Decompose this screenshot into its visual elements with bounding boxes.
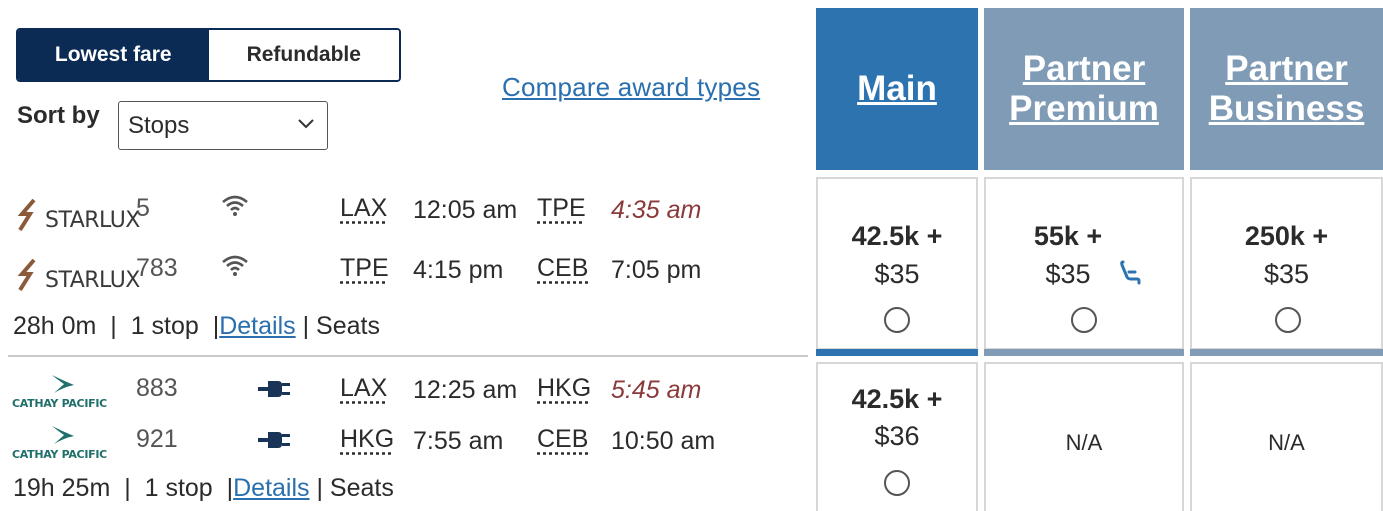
column-header-partner-premium[interactable]: Partner Premium (984, 8, 1184, 170)
destination-airport[interactable]: HKG (537, 374, 591, 403)
fare-type-toggle: Lowest fare Refundable (16, 28, 401, 82)
fare-points: 42.5k + (851, 221, 943, 251)
departure-time: 7:55 am (413, 427, 504, 455)
destination-airport[interactable]: CEB (537, 254, 588, 283)
separator: | (295, 312, 317, 340)
origin-airport[interactable]: LAX (340, 374, 387, 403)
fare-not-available: N/A (1268, 430, 1305, 455)
refundable-option[interactable]: Refundable (208, 30, 399, 80)
wifi-icon (222, 255, 248, 276)
fare-cell-partner-premium[interactable]: 55k + $35 (984, 177, 1184, 350)
fare-cell-main[interactable]: 42.5k + $36 (816, 362, 978, 511)
fare-cell-partner-premium: N/A (984, 362, 1184, 511)
flight-number: 921 (136, 425, 178, 453)
power-plug-icon (258, 381, 290, 397)
sort-by-label: Sort by (17, 102, 100, 129)
result-summary: 28h 0m | 1 stop |Details | Seats (13, 312, 380, 341)
separator: | (103, 312, 124, 340)
separator: | (219, 474, 234, 502)
separator: | (117, 474, 138, 502)
fare-cell-bar (816, 349, 978, 356)
fare-radio[interactable] (1071, 307, 1097, 333)
fare-cell-bar (984, 349, 1184, 356)
airline-name: CATHAY PACIFIC (12, 448, 107, 461)
flight-number: 783 (136, 254, 178, 282)
flight-number: 5 (136, 194, 150, 222)
wifi-icon (222, 195, 248, 216)
destination-airport[interactable]: CEB (537, 425, 588, 454)
flight-result: STARLUX 5 LAX 12:05 am TPE 4:35 am STARL… (0, 170, 810, 355)
arrival-time: 7:05 pm (611, 256, 702, 284)
compare-award-types-link[interactable]: Compare award types (502, 72, 760, 103)
arrival-time: 10:50 am (611, 427, 716, 455)
fare-radio[interactable] (884, 307, 910, 333)
seats-link[interactable]: Seats (316, 312, 380, 340)
seat-icon (1120, 260, 1141, 285)
fare-points: 250k + (1244, 221, 1329, 251)
seats-link[interactable]: Seats (330, 474, 394, 502)
separator: | (205, 312, 220, 340)
airline-logo: STARLUX (14, 256, 140, 296)
origin-airport[interactable]: TPE (340, 254, 389, 283)
fare-not-available: N/A (1065, 430, 1103, 455)
airline-name: STARLUX (45, 268, 140, 293)
fare-cash: $35 (874, 259, 920, 289)
result-summary: 19h 25m | 1 stop |Details | Seats (13, 474, 394, 503)
stops-count: 1 stop (130, 312, 199, 340)
column-header-main-label: Main (857, 69, 937, 108)
cathay-brushwing-icon (52, 375, 74, 393)
airline-logo: CATHAY PACIFIC (12, 424, 122, 464)
destination-airport[interactable]: TPE (537, 194, 586, 223)
sort-select[interactable]: Stops (118, 101, 328, 150)
trip-duration: 19h 25m (13, 474, 111, 502)
fare-cell-partner-business[interactable]: 250k + $35 (1190, 177, 1383, 350)
departure-time: 4:15 pm (413, 256, 504, 284)
lowest-fare-option[interactable]: Lowest fare (18, 30, 209, 80)
starlux-emblem-icon (17, 258, 36, 292)
cathay-brushwing-icon (52, 426, 74, 444)
flight-result: CATHAY PACIFIC 883 LAX 12:25 am HKG 5:45… (0, 357, 810, 511)
airline-logo: CATHAY PACIFIC (12, 373, 122, 413)
fare-cash: $36 (874, 421, 920, 451)
stops-count: 1 stop (144, 474, 213, 502)
fare-radio[interactable] (1275, 307, 1301, 333)
fare-radio[interactable] (884, 470, 910, 496)
flight-number: 883 (136, 374, 178, 402)
column-header-main[interactable]: Main (816, 8, 978, 170)
departure-time: 12:05 am (413, 196, 518, 224)
airline-name: CATHAY PACIFIC (12, 397, 107, 410)
column-header-partner-business-line1: Partner (1225, 49, 1348, 88)
origin-airport[interactable]: HKG (340, 425, 394, 454)
origin-airport[interactable]: LAX (340, 194, 387, 223)
column-header-partner-premium-line2: Premium (1009, 89, 1159, 128)
airline-name: STARLUX (45, 208, 140, 233)
details-link[interactable]: Details (233, 474, 309, 502)
column-header-partner-premium-line1: Partner (1022, 49, 1146, 88)
details-link[interactable]: Details (219, 312, 295, 340)
fare-points: 55k + (1033, 221, 1103, 251)
arrival-time: 4:35 am (611, 196, 702, 224)
column-header-partner-business[interactable]: Partner Business (1190, 8, 1383, 170)
fare-cell-bar (1190, 349, 1383, 356)
sort-selected-value: Stops (128, 111, 190, 139)
power-plug-icon (258, 432, 290, 448)
starlux-emblem-icon (17, 198, 36, 232)
arrival-time: 5:45 am (611, 376, 702, 404)
airline-logo: STARLUX (14, 196, 140, 236)
separator: | (309, 474, 330, 502)
fare-cell-partner-business: N/A (1190, 362, 1383, 511)
chevron-down-icon (298, 119, 314, 129)
fare-cell-main[interactable]: 42.5k + $35 (816, 177, 978, 350)
fare-cash: $35 (1263, 259, 1310, 289)
departure-time: 12:25 am (413, 376, 518, 404)
trip-duration: 28h 0m (13, 312, 97, 340)
column-header-partner-business-line2: Business (1208, 89, 1365, 128)
fare-points: 42.5k + (851, 384, 943, 414)
